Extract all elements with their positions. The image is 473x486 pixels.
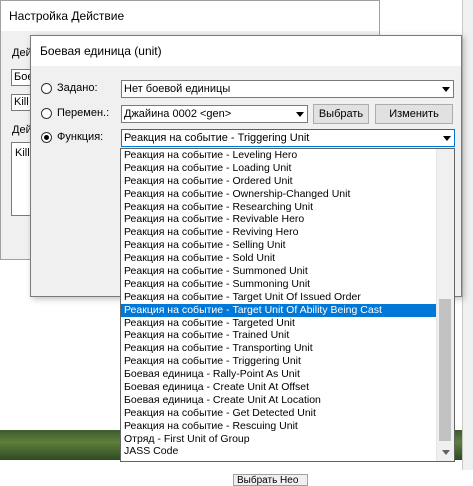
- dialog-title: Боевая единица (unit): [31, 36, 461, 66]
- scroll-down-arrow-icon[interactable]: [437, 444, 454, 461]
- background-field-1[interactable]: Боев: [11, 69, 31, 86]
- chevron-down-icon[interactable]: [292, 106, 307, 122]
- function-radio[interactable]: [41, 131, 52, 143]
- variable-label: Перемен.:: [57, 107, 110, 119]
- dropdown-item[interactable]: Реакция на событие - Selling Unit: [121, 239, 438, 252]
- preset-radio[interactable]: [41, 82, 52, 94]
- select-button[interactable]: Выбрать: [313, 104, 369, 124]
- dropdown-item[interactable]: Реакция на событие - Sold Unit: [121, 252, 438, 265]
- background-label-2: Дей: [12, 124, 32, 136]
- preset-value: Нет боевой единицы: [124, 83, 231, 95]
- function-dropdown-list[interactable]: Реакция на событие - Leveling Hero Реакци…: [120, 148, 455, 462]
- dropdown-item[interactable]: Реакция на событие - Loading Unit: [121, 162, 438, 175]
- dropdown-item[interactable]: Боевая единица - Rally-Point As Unit: [121, 368, 438, 381]
- dropdown-item[interactable]: Реакция на событие - Leveling Hero: [121, 149, 438, 162]
- dropdown-item[interactable]: Реакция на событие - Trained Unit: [121, 329, 438, 342]
- dropdown-item[interactable]: JASS Code: [121, 445, 438, 458]
- background-label-1: Дей: [12, 47, 32, 59]
- dropdown-item[interactable]: Реакция на событие - Ordered Unit: [121, 175, 438, 188]
- edit-button[interactable]: Изменить: [375, 104, 453, 124]
- dropdown-item[interactable]: Реакция на событие - Rescuing Unit: [121, 420, 438, 433]
- bottom-select-button[interactable]: Выбрать Нео: [233, 474, 308, 486]
- dropdown-item[interactable]: Боевая единица - Create Unit At Offset: [121, 381, 438, 394]
- background-text-box[interactable]: Kill: [11, 142, 31, 216]
- variable-combo[interactable]: Джайина 0002 <gen>: [121, 105, 308, 123]
- preset-combo[interactable]: Нет боевой единицы: [121, 80, 454, 98]
- dropdown-item[interactable]: Реакция на событие - Summoning Unit: [121, 278, 438, 291]
- dropdown-item[interactable]: Реакция на событие - Ownership-Changed U…: [121, 188, 438, 201]
- right-window-frame: [462, 0, 473, 470]
- dropdown-items: Реакция на событие - Leveling Hero Реакци…: [121, 149, 438, 458]
- dropdown-scrollbar[interactable]: [436, 149, 454, 461]
- function-label: Функция:: [57, 131, 104, 143]
- dropdown-item[interactable]: Реакция на событие - Targeted Unit: [121, 317, 438, 330]
- dropdown-item[interactable]: Реакция на событие - Get Detected Unit: [121, 407, 438, 420]
- preset-radio-row[interactable]: Задано:: [41, 79, 98, 97]
- variable-radio-row[interactable]: Перемен.:: [41, 104, 109, 122]
- dropdown-item[interactable]: Реакция на событие - Transporting Unit: [121, 342, 438, 355]
- chevron-down-icon[interactable]: [439, 130, 454, 146]
- function-value: Реакция на событие - Triggering Unit: [124, 132, 310, 144]
- function-combo[interactable]: Реакция на событие - Triggering Unit: [121, 129, 455, 147]
- dropdown-item[interactable]: Реакция на событие - Researching Unit: [121, 201, 438, 214]
- background-field-2[interactable]: Kill: [11, 94, 31, 111]
- scrollbar-thumb[interactable]: [439, 299, 451, 441]
- dropdown-item[interactable]: Реакция на событие - Target Unit Of Abil…: [121, 303, 438, 317]
- dropdown-item[interactable]: Отряд - First Unit of Group: [121, 433, 438, 446]
- dropdown-item[interactable]: Реакция на событие - Revivable Hero: [121, 213, 438, 226]
- background-window-title: Настройка Действие: [1, 1, 379, 31]
- preset-label: Задано:: [57, 82, 98, 94]
- variable-value: Джайина 0002 <gen>: [124, 108, 232, 120]
- chevron-down-icon[interactable]: [438, 81, 453, 97]
- dropdown-item[interactable]: Реакция на событие - Reviving Hero: [121, 226, 438, 239]
- dropdown-item[interactable]: Реакция на событие - Summoned Unit: [121, 265, 438, 278]
- dropdown-item[interactable]: Реакция на событие - Triggering Unit: [121, 355, 438, 368]
- dropdown-item[interactable]: Боевая единица - Create Unit At Location: [121, 394, 438, 407]
- variable-radio[interactable]: [41, 107, 52, 119]
- function-radio-row[interactable]: Функция:: [41, 128, 103, 146]
- dropdown-item[interactable]: Реакция на событие - Target Unit Of Issu…: [121, 291, 438, 304]
